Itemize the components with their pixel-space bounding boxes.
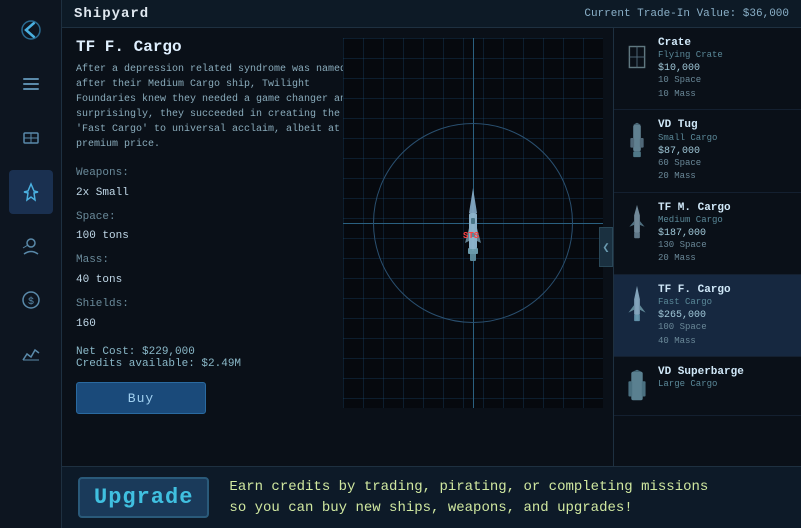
- ship-item-info: VD SuperbargeLarge Cargo: [658, 365, 791, 392]
- ship-item-price: $187,000: [658, 228, 791, 239]
- ship-list-item[interactable]: CrateFlying Crate $10,00010 Space 10 Mass: [614, 28, 801, 110]
- ship-item-price: $10,000: [658, 63, 791, 74]
- ship-thumbnail: [624, 36, 650, 78]
- ship-item-stats: 10 Space 10 Mass: [658, 74, 791, 101]
- sidebar-stats-icon[interactable]: [9, 332, 53, 376]
- grid-background: STS: [343, 38, 603, 408]
- shields-stat: Shields: 160: [76, 295, 328, 335]
- header: Shipyard Current Trade-In Value: $36,000: [62, 0, 801, 28]
- ship-item-type: Medium Cargo: [658, 215, 791, 225]
- bottom-bar: Upgrade Earn credits by trading, piratin…: [62, 466, 801, 528]
- ship-item-stats: 130 Space 20 Mass: [658, 239, 791, 266]
- ship-thumbnail: [624, 118, 650, 160]
- sidebar-crew-icon[interactable]: [9, 224, 53, 268]
- ship-item-info: VD TugSmall Cargo $87,00060 Space 20 Mass: [658, 118, 791, 183]
- ship-svg: [464, 183, 482, 263]
- ship-list-item[interactable]: TF M. CargoMedium Cargo $187,000130 Space…: [614, 193, 801, 275]
- space-stat: Space: 100 tons: [76, 208, 328, 248]
- upgrade-badge: Upgrade: [78, 477, 209, 518]
- content-row: TF F. Cargo After a depression related s…: [62, 28, 801, 466]
- ship-list-item[interactable]: TF F. CargoFast Cargo $265,000100 Space 4…: [614, 275, 801, 357]
- ship-thumbnail: [624, 365, 650, 407]
- ship-sprite: STS: [464, 183, 482, 263]
- collapse-arrow-icon: ❮: [602, 240, 609, 255]
- ship-item-type: Flying Crate: [658, 50, 791, 60]
- ship-description: After a depression related syndrome was …: [76, 62, 356, 152]
- ship-item-info: TF M. CargoMedium Cargo $187,000130 Space…: [658, 201, 791, 266]
- tip-text: Earn credits by trading, pirating, or co…: [229, 477, 708, 519]
- ship-item-info: TF F. CargoFast Cargo $265,000100 Space 4…: [658, 283, 791, 348]
- ship-item-stats: 100 Space 40 Mass: [658, 321, 791, 348]
- ship-thumbnail: [624, 201, 650, 243]
- ship-list-item[interactable]: VD SuperbargeLarge Cargo: [614, 357, 801, 416]
- ship-item-name: VD Superbarge: [658, 365, 791, 379]
- page-title: Shipyard: [74, 6, 149, 22]
- ship-viewport: STS: [343, 38, 603, 408]
- ship-item-info: CrateFlying Crate $10,00010 Space 10 Mass: [658, 36, 791, 101]
- ship-list-panel: CrateFlying Crate $10,00010 Space 10 Mass…: [613, 28, 801, 466]
- ship-thumbnail: [624, 283, 650, 325]
- sidebar-credits-icon[interactable]: $: [9, 278, 53, 322]
- main-panel: Shipyard Current Trade-In Value: $36,000…: [62, 0, 801, 528]
- ship-item-name: VD Tug: [658, 118, 791, 132]
- ship-item-name: Crate: [658, 36, 791, 50]
- buy-button[interactable]: Buy: [76, 382, 206, 414]
- ship-item-type: Small Cargo: [658, 133, 791, 143]
- mass-stat: Mass: 40 tons: [76, 251, 328, 291]
- sidebar: $: [0, 0, 62, 528]
- ship-item-price: $265,000: [658, 310, 791, 321]
- trade-in-value: Current Trade-In Value: $36,000: [584, 8, 789, 20]
- ship-item-stats: 60 Space 20 Mass: [658, 157, 791, 184]
- collapse-button[interactable]: ❮: [599, 227, 613, 267]
- sidebar-menu-icon[interactable]: [9, 62, 53, 106]
- svg-text:$: $: [27, 296, 33, 308]
- ship-item-type: Large Cargo: [658, 379, 791, 389]
- ship-item-name: TF F. Cargo: [658, 283, 791, 297]
- ship-item-type: Fast Cargo: [658, 297, 791, 307]
- sidebar-ship-icon[interactable]: [9, 170, 53, 214]
- sidebar-back-icon[interactable]: [9, 8, 53, 52]
- ship-detail-panel: TF F. Cargo After a depression related s…: [62, 28, 613, 466]
- sts-label: STS: [463, 231, 479, 241]
- ship-item-name: TF M. Cargo: [658, 201, 791, 215]
- sidebar-cargo-icon[interactable]: [9, 116, 53, 160]
- weapons-stat: Weapons: 2x Small: [76, 164, 328, 204]
- ship-list-item[interactable]: VD TugSmall Cargo $87,00060 Space 20 Mass: [614, 110, 801, 192]
- ship-item-price: $87,000: [658, 146, 791, 157]
